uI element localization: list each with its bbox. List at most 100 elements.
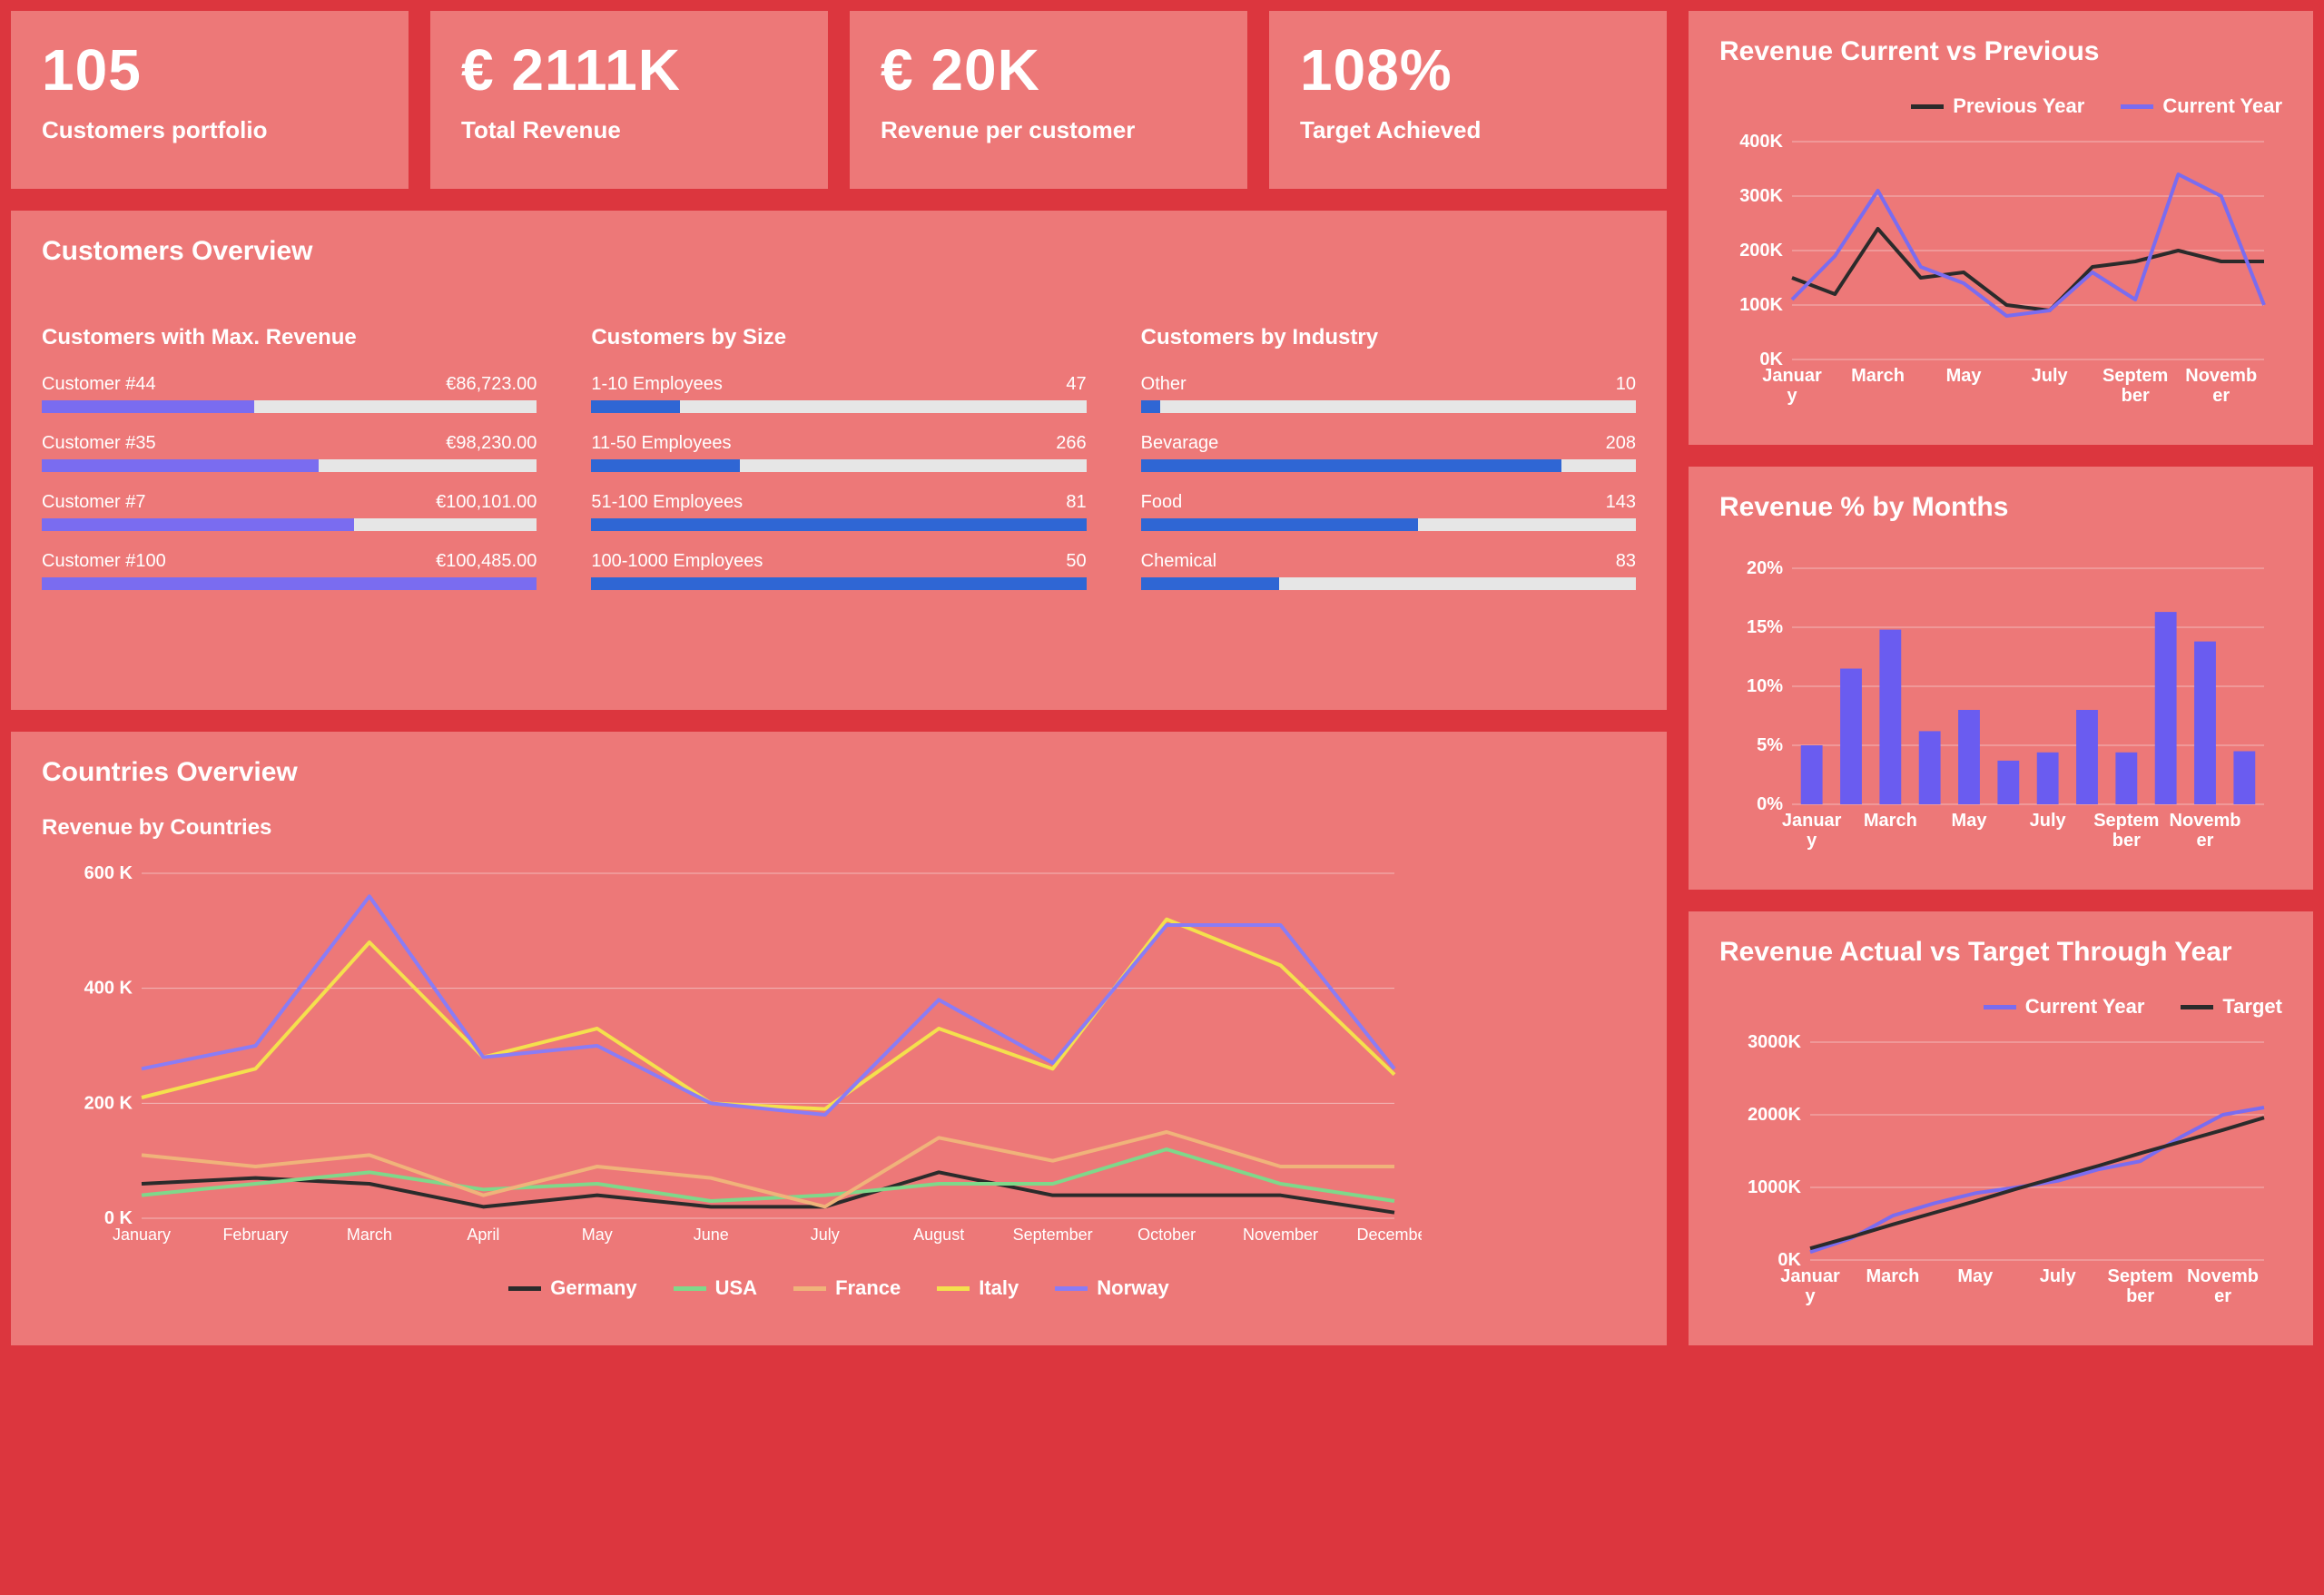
svg-text:Septem: Septem: [2093, 811, 2159, 831]
col-max-revenue: Customers with Max. Revenue Customer #44…: [42, 325, 537, 610]
svg-text:y: y: [1807, 831, 1817, 851]
barlist-fill: [591, 400, 680, 413]
subtitle: Customers with Max. Revenue: [42, 325, 537, 350]
barlist-fill: [42, 577, 537, 590]
legend-label: Current Year: [2025, 995, 2145, 1019]
svg-text:ber: ber: [2126, 1286, 2154, 1306]
barlist-track: [1141, 400, 1636, 413]
svg-text:March: March: [1851, 366, 1905, 386]
svg-text:y: y: [1805, 1286, 1816, 1306]
kpi-label: Target Achieved: [1300, 116, 1636, 144]
legend-label: Target: [2222, 995, 2282, 1019]
legend-item: Norway: [1055, 1276, 1168, 1300]
barlist-fill: [591, 577, 1086, 590]
panel-title: Revenue % by Months: [1719, 492, 2282, 523]
barlist-row: 51-100 Employees81: [591, 492, 1086, 531]
panel-customers-overview: Customers Overview Customers with Max. R…: [11, 211, 1667, 710]
barlist-fill: [591, 459, 740, 472]
barlist-track: [1141, 518, 1636, 531]
svg-text:May: May: [1952, 811, 1988, 831]
svg-text:Januar: Januar: [1782, 811, 1842, 831]
barlist-fill: [42, 459, 319, 472]
svg-text:January: January: [113, 1226, 171, 1244]
panel-revenue-current-vs-previous: Revenue Current vs Previous Previous Yea…: [1689, 11, 2313, 445]
barlist-value: 143: [1606, 492, 1636, 513]
svg-text:March: March: [1866, 1266, 1919, 1286]
svg-text:July: July: [2040, 1266, 2077, 1286]
panel-title: Customers Overview: [42, 236, 1636, 267]
svg-text:July: July: [811, 1226, 840, 1244]
barlist-fill: [591, 518, 1086, 531]
chart-legend: Germany USA France Italy Norway: [42, 1276, 1636, 1300]
svg-text:0%: 0%: [1757, 794, 1783, 814]
svg-text:September: September: [1013, 1226, 1093, 1244]
kpi-label: Revenue per customer: [881, 116, 1216, 144]
svg-text:December: December: [1356, 1226, 1422, 1244]
barlist-row: Other10: [1141, 374, 1636, 413]
svg-text:y: y: [1787, 386, 1797, 406]
svg-text:March: March: [1864, 811, 1917, 831]
svg-text:May: May: [582, 1226, 613, 1244]
chart-legend: Current Year Target: [1719, 995, 2282, 1019]
barlist-row: 100-1000 Employees50: [591, 551, 1086, 590]
panel-countries-overview: Countries Overview Revenue by Countries …: [11, 732, 1667, 1345]
barlist-label: Customer #35: [42, 433, 156, 454]
legend-label: Current Year: [2162, 94, 2282, 118]
svg-text:ber: ber: [2122, 386, 2150, 406]
svg-text:2000K: 2000K: [1748, 1105, 1801, 1125]
barlist-fill: [42, 400, 254, 413]
svg-text:May: May: [1957, 1266, 1994, 1286]
svg-text:ber: ber: [2112, 831, 2141, 851]
svg-text:Septem: Septem: [2108, 1266, 2173, 1286]
barlist-row: Food 143: [1141, 492, 1636, 531]
svg-text:300K: 300K: [1739, 186, 1783, 206]
kpi-customers-portfolio: 105 Customers portfolio: [11, 11, 409, 189]
barlist-label: Other: [1141, 374, 1187, 395]
svg-text:400K: 400K: [1739, 132, 1783, 152]
barlist-track: [1141, 577, 1636, 590]
svg-text:400 K: 400 K: [84, 979, 133, 999]
svg-text:October: October: [1137, 1226, 1196, 1244]
barlist-track: [42, 518, 537, 531]
barlist-fill: [1141, 400, 1161, 413]
svg-text:April: April: [467, 1226, 499, 1244]
barlist-fill: [1141, 459, 1562, 472]
barlist-row: Customer #100€100,485.00: [42, 551, 537, 590]
barlist-fill: [42, 518, 354, 531]
kpi-value: 108%: [1300, 36, 1636, 103]
kpi-value: € 2111K: [461, 36, 797, 103]
barlist-track: [591, 577, 1086, 590]
barlist-row: Customer #35 €98,230.00: [42, 433, 537, 472]
legend-label: Germany: [550, 1276, 636, 1300]
barlist-row: Bevarage208: [1141, 433, 1636, 472]
kpi-label: Total Revenue: [461, 116, 797, 144]
barlist-value: €100,485.00: [436, 551, 537, 572]
barlist-label: 1-10 Employees: [591, 374, 723, 395]
svg-text:20%: 20%: [1747, 558, 1783, 578]
barlist-value: 208: [1606, 433, 1636, 454]
barlist-value: €100,101.00: [436, 492, 537, 513]
legend-label: Norway: [1097, 1276, 1168, 1300]
legend-label: Italy: [979, 1276, 1019, 1300]
subtitle: Revenue by Countries: [42, 815, 1636, 841]
svg-text:er: er: [2197, 831, 2214, 851]
barlist-label: Food: [1141, 492, 1183, 513]
barlist-row: Chemical 83: [1141, 551, 1636, 590]
legend-item: USA: [674, 1276, 757, 1300]
barlist-label: Chemical: [1141, 551, 1216, 572]
barlist-value: €98,230.00: [446, 433, 537, 454]
svg-text:Novemb: Novemb: [2187, 1266, 2259, 1286]
chart-revenue-pct-by-months: 0%5%10%15%20%JanuaryMarchMayJulySeptembe…: [1719, 550, 2282, 859]
barlist-fill: [1141, 518, 1418, 531]
kpi-total-revenue: € 2111K Total Revenue: [430, 11, 828, 189]
barlist-value: 83: [1616, 551, 1636, 572]
kpi-revenue-per-customer: € 20K Revenue per customer: [850, 11, 1247, 189]
legend-label: France: [835, 1276, 901, 1300]
svg-text:July: July: [2032, 366, 2069, 386]
svg-text:15%: 15%: [1747, 617, 1783, 637]
svg-text:200K: 200K: [1739, 241, 1783, 261]
svg-text:200 K: 200 K: [84, 1093, 133, 1113]
barlist-row: Customer #7€100,101.00: [42, 492, 537, 531]
kpi-value: 105: [42, 36, 378, 103]
barlist-value: 81: [1066, 492, 1086, 513]
